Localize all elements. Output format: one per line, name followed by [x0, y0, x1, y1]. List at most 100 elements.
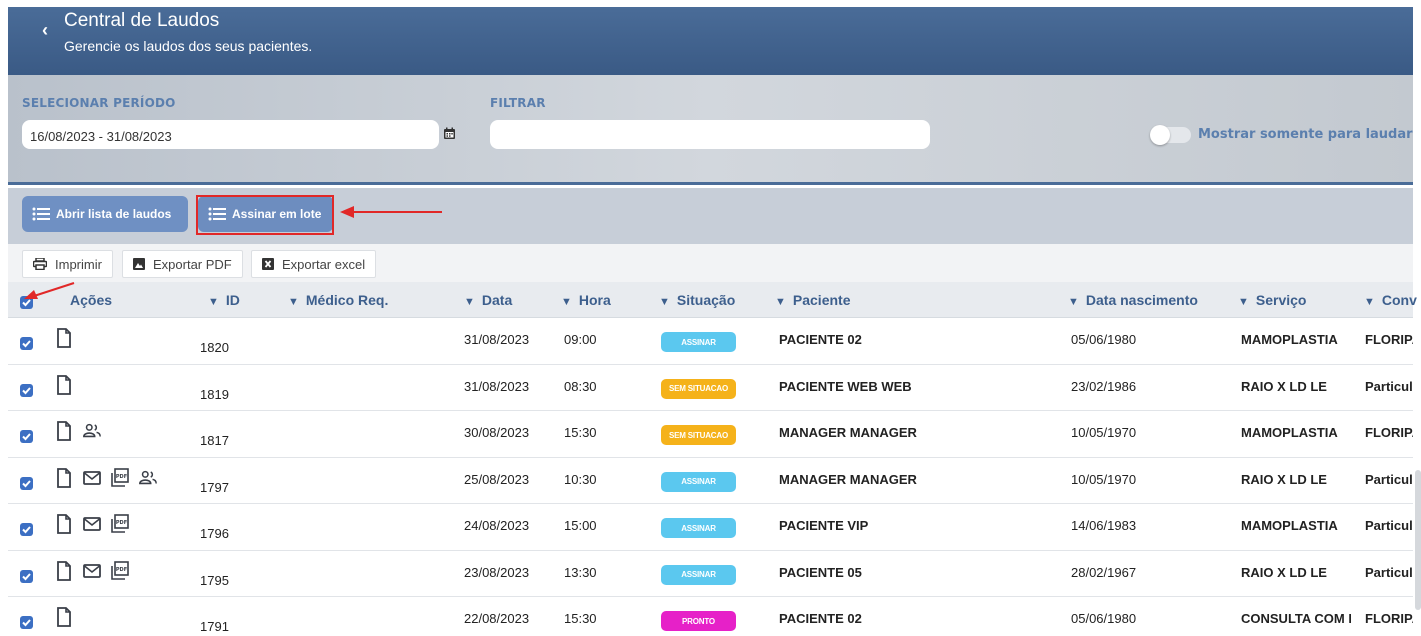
svg-text:PDF: PDF [116, 474, 127, 480]
pdf-icon[interactable]: PDF [110, 467, 130, 494]
open-reports-list-button[interactable]: Abrir lista de laudos [22, 196, 188, 232]
document-icon[interactable] [54, 513, 74, 540]
export-excel-button[interactable]: Exportar excel [251, 250, 377, 278]
document-icon[interactable] [54, 560, 74, 587]
document-icon[interactable] [54, 467, 74, 494]
cell-servico: MAMOPLASTIA [1241, 425, 1338, 440]
col-nascimento[interactable]: ▼ Data nascimento [1068, 292, 1198, 308]
col-situacao[interactable]: ▼ Situação [659, 292, 735, 308]
cell-id: 1797 [200, 479, 229, 495]
filter-icon: ▼ [464, 296, 475, 308]
col-id-label: ID [225, 292, 240, 308]
row-checkbox[interactable] [20, 569, 33, 583]
export-excel-label: Exportar excel [282, 256, 366, 272]
calendar-icon[interactable] [443, 127, 456, 140]
row-actions [54, 327, 74, 354]
table-row[interactable]: PDF 1795 23/08/2023 13:30 ASSINAR PACIENTE 05… [8, 550, 1413, 597]
cell-data: 31/08/2023 [464, 378, 530, 394]
cell-nascimento: 05/06/1980 [1071, 611, 1137, 626]
document-icon[interactable] [54, 420, 74, 447]
document-icon[interactable] [54, 606, 74, 633]
highlight-box [196, 195, 334, 235]
scrollbar[interactable] [1415, 470, 1421, 610]
cell-data: 30/08/2023 [464, 425, 530, 440]
cell-paciente: PACIENTE 05 [779, 564, 862, 580]
row-checkbox[interactable] [20, 523, 33, 536]
export-pdf-button[interactable]: Exportar PDF [122, 250, 243, 278]
status-badge: ASSINAR [661, 471, 736, 492]
row-actions: PDF [54, 513, 130, 540]
cell-convenio: Particul [1365, 518, 1413, 533]
row-checkbox[interactable] [20, 430, 33, 443]
col-medico[interactable]: ▼ Médico Req. [288, 292, 388, 308]
users-icon[interactable] [82, 420, 102, 447]
status-badge: SEM SITUACAO [661, 378, 736, 399]
annotation-arrow [340, 206, 442, 218]
status-badge: PRONTO [661, 611, 736, 631]
cell-servico: RAIO X LD LE [1241, 471, 1327, 487]
row-checkbox[interactable] [20, 616, 33, 629]
cell-paciente: PACIENTE VIP [779, 518, 869, 533]
print-button[interactable]: Imprimir [22, 250, 113, 278]
print-label: Imprimir [55, 256, 102, 272]
cell-convenio: FLORIPA [1365, 425, 1413, 440]
filter-icon: ▼ [561, 296, 572, 308]
show-only-to-report-toggle[interactable] [1150, 125, 1191, 145]
table-row[interactable]: PDF 1797 25/08/2023 10:30 ASSINAR MANAGER MAN… [8, 457, 1413, 504]
col-convenio[interactable]: ▼ Conv [1364, 292, 1417, 308]
row-checkbox[interactable] [20, 383, 33, 397]
printer-icon [33, 258, 47, 270]
table-row[interactable]: 1819 31/08/2023 08:30 SEM SITUACAO PACIENTE … [8, 364, 1413, 411]
table-row[interactable]: 1791 22/08/2023 15:30 PRONTO PACIENTE 02 05/0… [8, 597, 1413, 636]
chevron-left-icon[interactable]: ‹ [36, 21, 54, 39]
pdf-icon[interactable]: PDF [110, 560, 130, 587]
cell-id: 1819 [200, 386, 229, 402]
cell-paciente: PACIENTE 02 [779, 611, 862, 626]
row-checkbox[interactable] [20, 337, 33, 350]
cell-nascimento: 23/02/1986 [1071, 378, 1137, 394]
table-row[interactable]: 1817 30/08/2023 15:30 SEM SITUACAO MANAGER M… [8, 411, 1413, 458]
page-title: Central de Laudos [64, 10, 220, 31]
toggle-knob [1150, 125, 1170, 145]
row-actions [54, 374, 74, 401]
cell-servico: RAIO X LD LE [1241, 564, 1327, 580]
period-input[interactable]: 16/08/2023 - 31/08/2023 [22, 120, 439, 149]
cell-data: 24/08/2023 [464, 518, 530, 533]
col-hora[interactable]: ▼ Hora [561, 292, 611, 308]
col-id[interactable]: ▼ ID [208, 292, 240, 308]
row-checkbox[interactable] [20, 476, 33, 490]
filter-icon: ▼ [1068, 296, 1079, 308]
cell-convenio: FLORIPA [1365, 611, 1413, 626]
pdf-icon[interactable]: PDF [110, 513, 130, 540]
cell-id: 1820 [200, 340, 229, 355]
document-icon[interactable] [54, 374, 74, 401]
document-icon[interactable] [54, 327, 74, 354]
filter-icon: ▼ [1364, 296, 1375, 308]
filter-input[interactable] [490, 120, 930, 149]
filter-icon: ▼ [775, 296, 786, 308]
mail-icon[interactable] [82, 560, 102, 587]
row-actions: PDF [54, 560, 130, 587]
col-data[interactable]: ▼ Data [464, 292, 512, 308]
status-badge: SEM SITUACAO [661, 425, 736, 445]
col-servico[interactable]: ▼ Serviço [1238, 292, 1306, 308]
cell-hora: 15:30 [564, 425, 597, 440]
col-paciente[interactable]: ▼ Paciente [775, 292, 850, 308]
period-label: SELECIONAR PERÍODO [22, 96, 176, 110]
filter-label: FILTRAR [490, 96, 546, 110]
table-row[interactable]: 1820 31/08/2023 09:00 ASSINAR PACIENTE 02 05/… [8, 318, 1413, 365]
table-row[interactable]: PDF 1796 24/08/2023 15:00 ASSINAR PACIENTE VI… [8, 504, 1413, 551]
cell-data: 22/08/2023 [464, 611, 530, 626]
page-header: ‹ Central de Laudos Gerencie os laudos d… [8, 7, 1413, 75]
status-badge: ASSINAR [661, 518, 736, 538]
mail-icon[interactable] [82, 467, 102, 494]
users-icon[interactable] [138, 467, 158, 494]
col-nascimento-label: Data nascimento [1085, 292, 1198, 308]
filter-icon: ▼ [659, 296, 670, 308]
cell-id: 1817 [200, 433, 229, 448]
cell-paciente: MANAGER MANAGER [779, 471, 917, 487]
export-toolbar: Imprimir Exportar PDF Exportar excel [8, 244, 1413, 282]
mail-icon[interactable] [82, 513, 102, 540]
status-badge: ASSINAR [661, 332, 736, 352]
cell-paciente: PACIENTE 02 [779, 332, 862, 347]
